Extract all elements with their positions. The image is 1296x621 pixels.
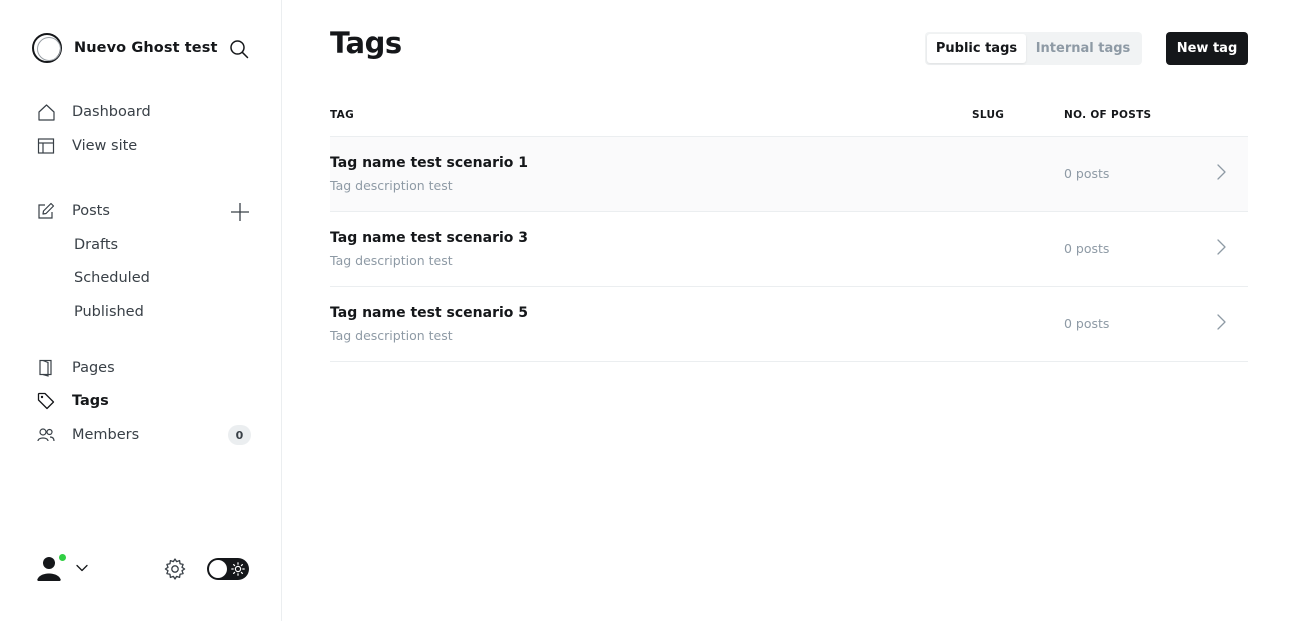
tab-public-tags[interactable]: Public tags bbox=[927, 34, 1026, 63]
members-count-badge: 0 bbox=[228, 425, 251, 445]
new-tag-button[interactable]: New tag bbox=[1166, 32, 1248, 65]
tag-post-count: 0 posts bbox=[1064, 241, 1110, 256]
tag-icon bbox=[36, 391, 56, 411]
sidebar-item-label: Posts bbox=[72, 203, 110, 219]
sidebar-item-pages[interactable]: Pages bbox=[36, 355, 115, 381]
table-row[interactable]: Tag name test scenario 5 Tag description… bbox=[330, 287, 1248, 362]
sidebar-item-label: View site bbox=[72, 138, 138, 154]
sidebar-item-drafts[interactable]: Drafts bbox=[74, 234, 118, 256]
online-status-dot bbox=[57, 552, 68, 563]
tag-type-switcher: Public tags Internal tags bbox=[925, 32, 1142, 65]
column-header-slug: SLUG bbox=[972, 109, 1005, 121]
brand[interactable]: Nuevo Ghost test bbox=[32, 32, 217, 64]
sidebar-item-label: Dashboard bbox=[72, 104, 151, 120]
sidebar-item-tags[interactable]: Tags bbox=[36, 388, 109, 414]
sidebar-item-label: Members bbox=[72, 427, 140, 443]
new-post-button[interactable] bbox=[229, 201, 251, 223]
sidebar-item-posts[interactable]: Posts bbox=[36, 198, 110, 224]
table-row[interactable]: Tag name test scenario 3 Tag description… bbox=[330, 212, 1248, 287]
members-icon bbox=[36, 425, 56, 445]
theme-toggle[interactable] bbox=[207, 558, 249, 580]
sidebar: Nuevo Ghost test Dashboard View site Pos… bbox=[0, 0, 282, 621]
site-logo-icon bbox=[32, 33, 62, 63]
sidebar-footer bbox=[32, 551, 252, 587]
tag-post-count: 0 posts bbox=[1064, 316, 1110, 331]
table-row[interactable]: Tag name test scenario 1 Tag description… bbox=[330, 137, 1248, 212]
sidebar-item-scheduled[interactable]: Scheduled bbox=[74, 267, 150, 289]
sidebar-item-label: Tags bbox=[72, 393, 109, 409]
layout-icon bbox=[36, 136, 56, 156]
chevron-down-icon[interactable] bbox=[74, 560, 90, 576]
column-header-posts: NO. OF POSTS bbox=[1064, 109, 1152, 121]
tag-name: Tag name test scenario 5 bbox=[330, 305, 529, 321]
sun-icon bbox=[231, 562, 245, 576]
page-title: Tags bbox=[330, 26, 402, 60]
chevron-right-icon bbox=[1217, 239, 1226, 255]
search-icon bbox=[230, 40, 249, 59]
plus-icon bbox=[231, 203, 249, 221]
sidebar-item-members[interactable]: Members bbox=[36, 422, 139, 448]
toggle-knob bbox=[209, 560, 227, 578]
sidebar-item-label: Pages bbox=[72, 360, 115, 376]
gear-icon[interactable] bbox=[163, 557, 187, 581]
tag-name: Tag name test scenario 1 bbox=[330, 155, 529, 171]
tag-description: Tag description test bbox=[330, 328, 453, 343]
chevron-right-icon bbox=[1217, 314, 1226, 330]
tag-description: Tag description test bbox=[330, 253, 453, 268]
sidebar-item-view-site[interactable]: View site bbox=[36, 133, 137, 159]
tab-internal-tags[interactable]: Internal tags bbox=[1026, 34, 1140, 63]
pencil-icon bbox=[36, 201, 56, 221]
chevron-right-icon bbox=[1217, 164, 1226, 180]
search-button[interactable] bbox=[226, 36, 252, 62]
tag-description: Tag description test bbox=[330, 178, 453, 193]
page-icon bbox=[36, 358, 56, 378]
column-header-tag: TAG bbox=[330, 109, 354, 121]
sidebar-item-dashboard[interactable]: Dashboard bbox=[36, 99, 151, 125]
tag-post-count: 0 posts bbox=[1064, 166, 1110, 181]
tag-name: Tag name test scenario 3 bbox=[330, 230, 529, 246]
home-icon bbox=[36, 102, 56, 122]
site-name: Nuevo Ghost test bbox=[74, 40, 218, 56]
sidebar-item-published[interactable]: Published bbox=[74, 301, 144, 323]
